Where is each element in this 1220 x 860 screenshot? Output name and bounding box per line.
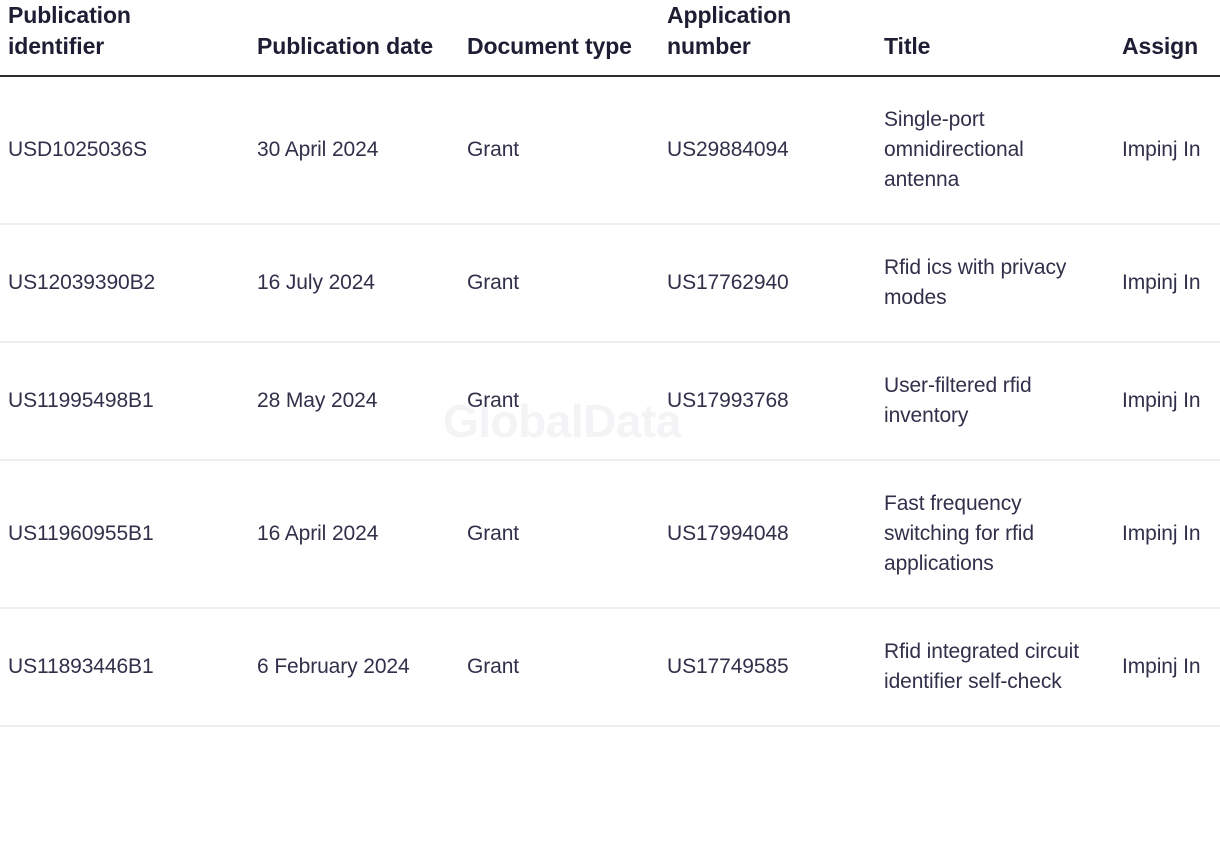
cell-publication-identifier: US12039390B2 — [0, 224, 249, 343]
cell-assignee: Impinj In — [1114, 608, 1220, 727]
cell-publication-date: 16 April 2024 — [249, 460, 459, 609]
cell-application-number: US17762940 — [659, 224, 876, 343]
cell-application-number: US17749585 — [659, 608, 876, 727]
cell-document-type: Grant — [459, 460, 659, 609]
table-row[interactable]: US11893446B1 6 February 2024 Grant US177… — [0, 608, 1220, 727]
cell-assignee-text: Impinj In — [1122, 522, 1201, 545]
cell-publication-identifier: US11995498B1 — [0, 342, 249, 461]
cell-publication-identifier: US11960955B1 — [0, 460, 249, 609]
cell-title: User-filtered rfid inventory — [876, 342, 1114, 461]
cell-title: Rfid integrated circuit identifier self-… — [876, 608, 1114, 727]
cell-assignee-text: Impinj In — [1122, 655, 1201, 678]
cell-application-number: US17994048 — [659, 460, 876, 609]
patent-table-viewport: GlobalData Publication identifier Public… — [0, 0, 1220, 860]
cell-document-type: Grant — [459, 76, 659, 225]
cell-publication-identifier: USD1025036S — [0, 76, 249, 225]
cell-application-number: US29884094 — [659, 76, 876, 225]
cell-publication-identifier: US11893446B1 — [0, 608, 249, 727]
cell-assignee-text: Impinj In — [1122, 138, 1201, 161]
cell-assignee: Impinj In — [1114, 224, 1220, 343]
cell-assignee-text: Impinj In — [1122, 271, 1201, 294]
cell-publication-date: 16 July 2024 — [249, 224, 459, 343]
cell-application-number: US17993768 — [659, 342, 876, 461]
cell-assignee: Impinj In — [1114, 342, 1220, 461]
column-header-application-number[interactable]: Application number — [659, 0, 876, 77]
cell-title: Fast frequency switching for rfid applic… — [876, 460, 1114, 609]
cell-title: Rfid ics with privacy modes — [876, 224, 1114, 343]
table-row[interactable]: US11995498B1 28 May 2024 Grant US1799376… — [0, 342, 1220, 461]
table-row[interactable]: US12039390B2 16 July 2024 Grant US177629… — [0, 224, 1220, 343]
cell-publication-date: 28 May 2024 — [249, 342, 459, 461]
cell-document-type: Grant — [459, 608, 659, 727]
column-header-publication-identifier[interactable]: Publication identifier — [0, 0, 249, 77]
table-header: Publication identifier Publication date … — [0, 0, 1220, 77]
cell-publication-date: 30 April 2024 — [249, 76, 459, 225]
column-header-title[interactable]: Title — [876, 0, 1114, 77]
column-header-document-type[interactable]: Document type — [459, 0, 659, 77]
patent-publications-table: Publication identifier Publication date … — [0, 0, 1220, 727]
cell-document-type: Grant — [459, 342, 659, 461]
table-body: USD1025036S 30 April 2024 Grant US298840… — [0, 76, 1220, 727]
cell-title: Single-port omnidirectional antenna — [876, 76, 1114, 225]
table-header-row: Publication identifier Publication date … — [0, 0, 1220, 77]
cell-assignee: Impinj In — [1114, 460, 1220, 609]
cell-document-type: Grant — [459, 224, 659, 343]
table-row[interactable]: USD1025036S 30 April 2024 Grant US298840… — [0, 76, 1220, 225]
cell-publication-date: 6 February 2024 — [249, 608, 459, 727]
cell-assignee-text: Impinj In — [1122, 389, 1201, 412]
column-header-publication-date[interactable]: Publication date — [249, 0, 459, 77]
cell-assignee: Impinj In — [1114, 76, 1220, 225]
table-row[interactable]: US11960955B1 16 April 2024 Grant US17994… — [0, 460, 1220, 609]
column-header-assignee[interactable]: Assign — [1114, 0, 1220, 77]
